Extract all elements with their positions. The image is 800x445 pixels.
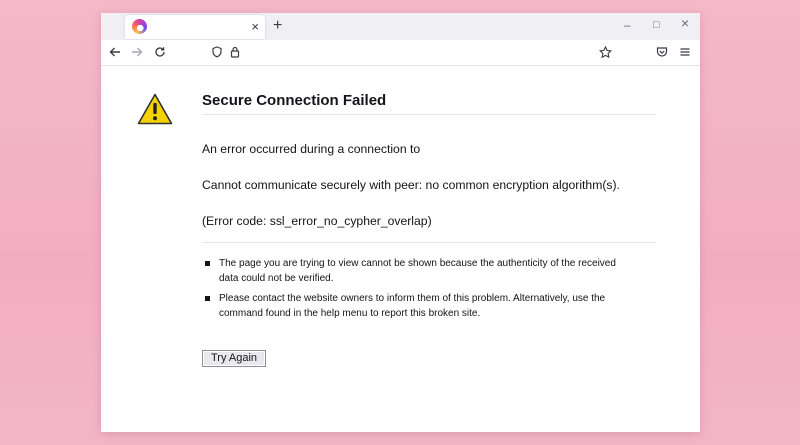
arrow-left-icon xyxy=(109,47,120,57)
back-button[interactable] xyxy=(106,43,124,61)
close-window-button[interactable]: × xyxy=(681,15,689,31)
reload-icon xyxy=(155,47,165,57)
browser-logo-icon xyxy=(132,19,147,34)
list-item: Please contact the website owners to inf… xyxy=(205,291,625,321)
error-code: (Error code: ssl_error_no_cypher_overlap… xyxy=(202,214,432,228)
list-item: The page you are trying to view cannot b… xyxy=(205,256,625,286)
browser-window: × + – □ × Secure Connection Failed An er… xyxy=(101,13,700,432)
list-item-text: Please contact the website owners to inf… xyxy=(219,293,606,319)
minimize-button[interactable]: – xyxy=(624,17,631,33)
hamburger-menu-icon xyxy=(680,48,690,56)
navigation-toolbar xyxy=(101,40,700,66)
star-icon xyxy=(598,45,612,58)
error-message-detail: Cannot communicate securely with peer: n… xyxy=(202,178,620,192)
error-page: Secure Connection Failed An error occurr… xyxy=(101,66,700,432)
maximize-button[interactable]: □ xyxy=(653,17,660,33)
site-security-button[interactable] xyxy=(226,43,244,61)
pocket-button[interactable] xyxy=(653,43,671,61)
warning-icon xyxy=(137,93,173,125)
forward-button[interactable] xyxy=(128,43,146,61)
try-again-button[interactable]: Try Again xyxy=(202,350,266,367)
divider xyxy=(202,242,656,243)
bullet-icon xyxy=(205,296,210,301)
pocket-icon xyxy=(656,47,668,57)
browser-tab[interactable]: × xyxy=(125,15,265,39)
address-bar-input[interactable] xyxy=(246,45,586,61)
error-message-connection: An error occurred during a connection to xyxy=(202,142,421,156)
tab-close-icon[interactable]: × xyxy=(251,18,259,36)
new-tab-button[interactable]: + xyxy=(273,16,282,36)
bookmark-button[interactable] xyxy=(596,43,614,61)
arrow-right-icon xyxy=(132,47,143,57)
lock-icon xyxy=(230,46,240,58)
error-title: Secure Connection Failed xyxy=(202,92,656,115)
bullet-icon xyxy=(205,261,210,266)
shield-icon xyxy=(212,46,222,58)
app-menu-button[interactable] xyxy=(676,43,694,61)
reload-button[interactable] xyxy=(151,43,169,61)
tab-bar: × + – □ × xyxy=(101,13,700,40)
tracking-protection-button[interactable] xyxy=(208,43,226,61)
error-explanation-list: The page you are trying to view cannot b… xyxy=(205,256,625,326)
list-item-text: The page you are trying to view cannot b… xyxy=(219,258,616,284)
